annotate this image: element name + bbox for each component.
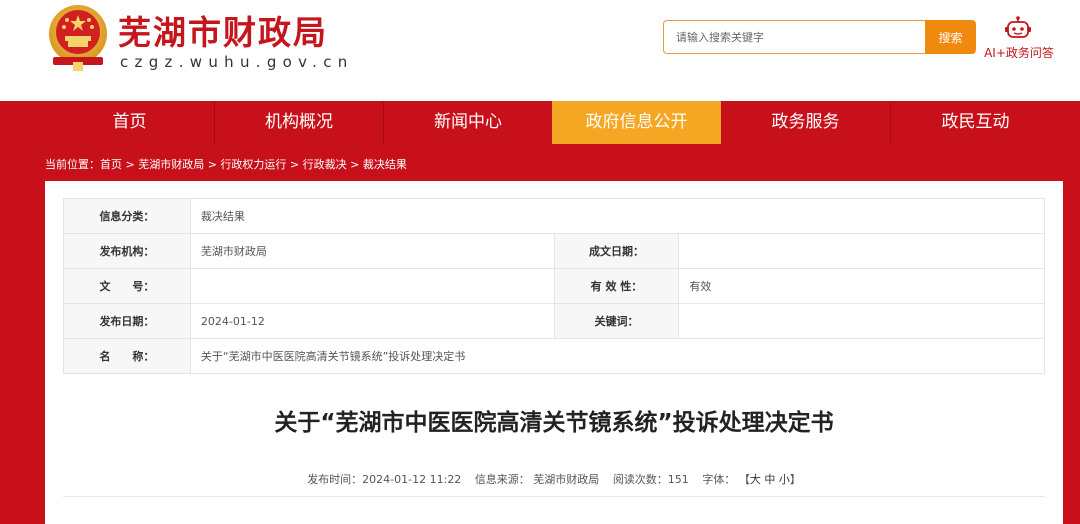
search-button[interactable]: 搜索 [925,20,976,54]
nav-item-home[interactable]: 首页 [45,101,214,144]
font-size-bracket-open: 【 [738,473,750,486]
publish-date-value: 2024-01-12 [189,303,555,339]
nav-item-services[interactable]: 政务服务 [721,101,890,144]
table-row: 发布机构： 芜湖市财政局 成文日期： [63,233,1045,269]
breadcrumb-item-home[interactable]: 首页 [100,158,122,171]
info-source: 信息来源： 芜湖市财政局 [474,473,600,486]
keywords-label: 关键词： [553,303,680,339]
info-table: 信息分类： 裁决结果 发布机构： 芜湖市财政局 成文日期： 文 号： 有 效 性… [63,198,1046,374]
breadcrumb-item-adjudication[interactable]: 行政裁决 [303,158,347,171]
site-name[interactable]: 芜湖市财政局 [118,6,328,54]
content-panel: 信息分类： 裁决结果 发布机构： 芜湖市财政局 成文日期： 文 号： 有 效 性… [45,181,1063,524]
name-label: 名 称： [63,338,191,374]
ai-qa-label: AI+政务问答 [984,46,1054,60]
breadcrumb-separator: > [286,158,303,171]
breadcrumb-separator: > [122,158,139,171]
validity-label: 有 效 性： [553,268,680,304]
ai-qa-button[interactable]: AI+政务问答 [978,14,1060,62]
name-value: 关于“芜湖市中医医院高清关节镜系统”投诉处理决定书 [189,338,1046,374]
content-divider [63,496,1045,497]
publisher-value: 芜湖市财政局 [189,233,555,269]
breadcrumb-prefix: 当前位置： [45,158,100,171]
robot-icon [1005,16,1031,38]
nav-item-interaction[interactable]: 政民互动 [891,101,1060,144]
breadcrumb-item-admin-power[interactable]: 行政权力运行 [220,158,286,171]
created-date-value [678,233,1045,269]
doc-number-value [189,268,555,304]
article-title: 关于“芜湖市中医医院高清关节镜系统”投诉处理决定书 [274,410,834,436]
breadcrumb-separator: > [204,158,221,171]
site-domain: czgz.wuhu.gov.cn [120,53,354,71]
nav-item-news[interactable]: 新闻中心 [384,101,552,144]
table-row: 名 称： 关于“芜湖市中医医院高清关节镜系统”投诉处理决定书 [63,338,1046,374]
font-size-label: 字体： [702,473,736,486]
publisher-label: 发布机构： [63,233,191,269]
breadcrumb-item-bureau[interactable]: 芜湖市财政局 [138,158,204,171]
category-label: 信息分类： [63,198,191,234]
table-row: 信息分类： 裁决结果 [63,198,1046,234]
search-input[interactable] [663,20,925,54]
breadcrumb-item-results[interactable]: 裁决结果 [363,158,407,171]
main-nav: 首页 机构概况 新闻中心 政府信息公开 政务服务 政民互动 [0,101,1080,144]
font-size-medium-button[interactable]: 中 [764,473,775,486]
national-emblem-icon[interactable] [45,2,111,72]
site-header: 芜湖市财政局 czgz.wuhu.gov.cn 搜索 AI+政务问答 [0,0,1080,101]
doc-number-label: 文 号： [63,268,191,304]
publish-time: 发布时间：2024-01-12 11:22 [307,473,462,486]
publish-date-label: 发布日期： [63,303,191,339]
table-row: 发布日期： 2024-01-12 关键词： [63,303,1045,339]
created-date-label: 成文日期： [553,233,680,269]
breadcrumb-separator: > [346,158,363,171]
font-size-bracket-close: 】 [789,473,801,486]
view-count: 阅读次数：151 [612,473,689,486]
category-value: 裁决结果 [189,198,1046,234]
nav-item-info-disclosure[interactable]: 政府信息公开 [552,101,721,144]
table-row: 文 号： 有 效 性： 有效 [63,268,1045,304]
breadcrumb: 当前位置：首页 > 芜湖市财政局 > 行政权力运行 > 行政裁决 > 裁决结果 [45,156,407,172]
font-size-small-button[interactable]: 小 [779,473,790,486]
validity-value: 有效 [678,268,1045,304]
font-size-large-button[interactable]: 大 [750,473,761,486]
nav-item-about[interactable]: 机构概况 [215,101,383,144]
keywords-value [678,303,1045,339]
article-meta: 发布时间：2024-01-12 11:22 信息来源： 芜湖市财政局 阅读次数：… [45,471,1063,487]
